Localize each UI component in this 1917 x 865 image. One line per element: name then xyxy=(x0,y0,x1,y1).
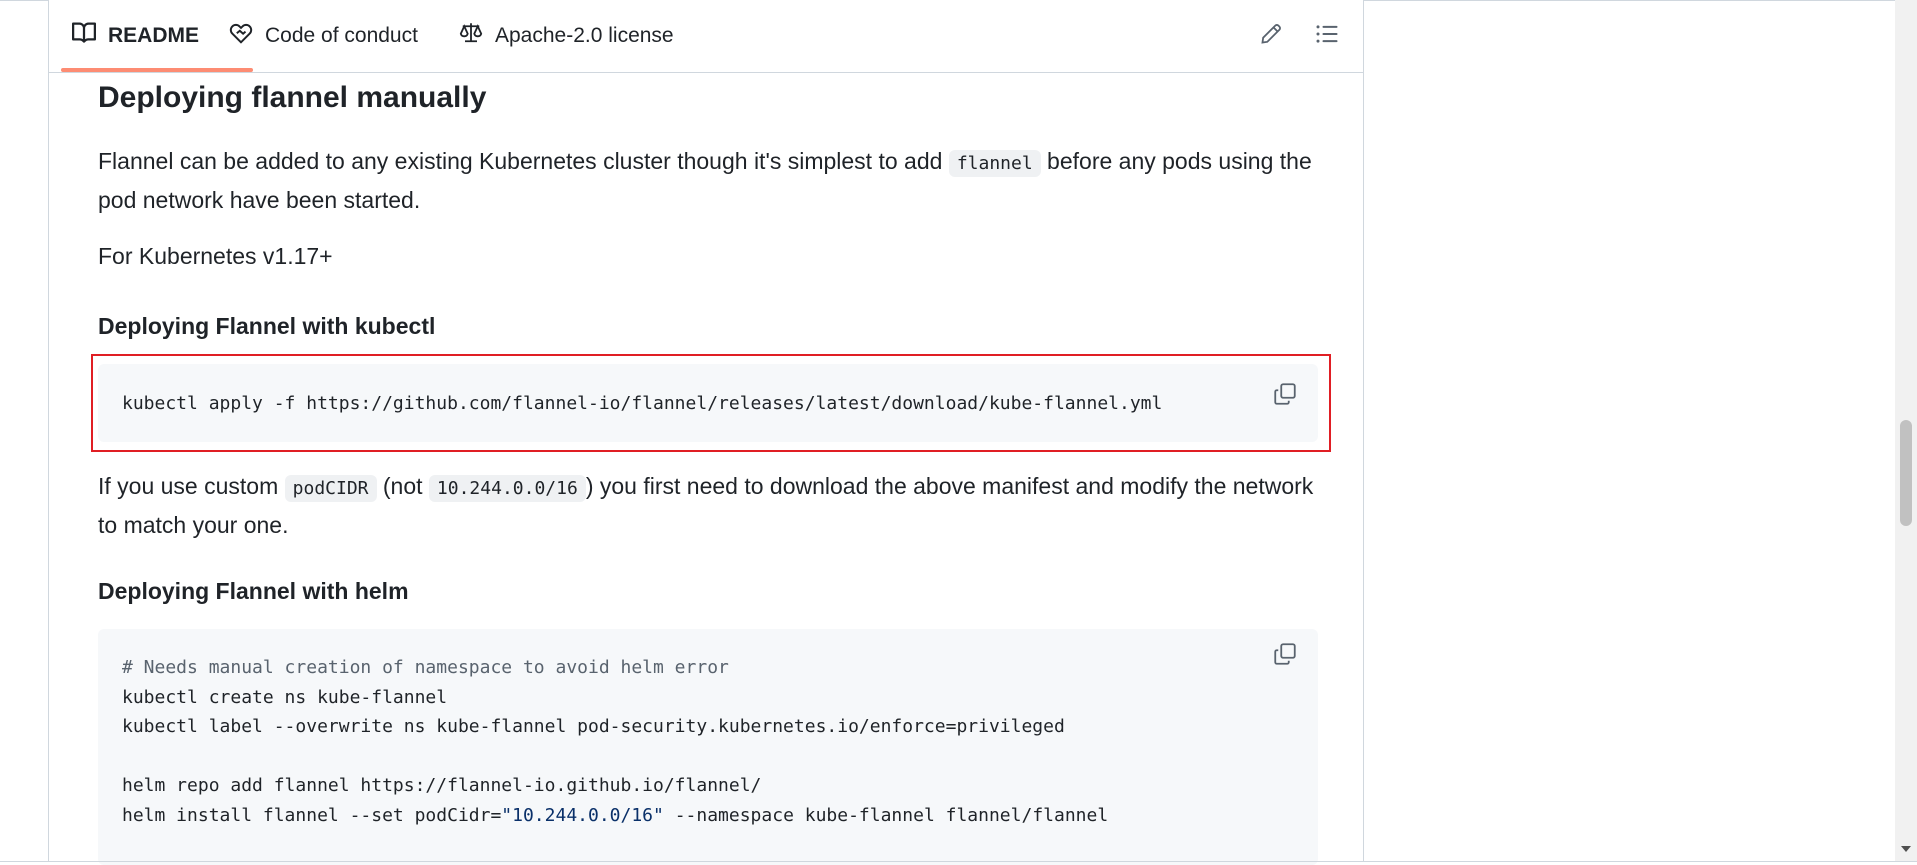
kubectl-heading: Deploying Flannel with kubectl xyxy=(98,313,436,339)
kubectl-code-block: kubectl apply -f https://github.com/flan… xyxy=(98,364,1318,442)
tab-label: README xyxy=(108,24,200,47)
section-heading: Deploying flannel manually xyxy=(98,81,487,114)
code-comment: # Needs manual creation of namespace to … xyxy=(122,657,729,678)
active-tab-indicator xyxy=(61,68,253,72)
tab-label: Code of conduct xyxy=(265,24,418,47)
tab-readme[interactable]: README xyxy=(72,0,199,72)
code-line: --namespace kube-flannel flannel/flannel xyxy=(663,804,1109,826)
intro-paragraph: Flannel can be added to any existing Kub… xyxy=(98,143,1338,219)
tab-code-of-conduct[interactable]: Code of conduct xyxy=(229,0,418,72)
page-scrollbar[interactable] xyxy=(1895,0,1917,862)
helm-code-block: # Needs manual creation of namespace to … xyxy=(98,629,1318,865)
copy-kubectl-button[interactable] xyxy=(1268,379,1302,413)
note-text: If you use custom xyxy=(98,473,285,499)
helm-commands[interactable]: # Needs manual creation of namespace to … xyxy=(98,629,1318,830)
code-line: helm repo add flannel https://flannel-io… xyxy=(122,775,762,796)
readme-panel: README Code of conduct Apache-2.0 licens… xyxy=(48,0,1364,865)
edit-button[interactable] xyxy=(1255,20,1287,52)
book-icon xyxy=(72,21,108,51)
inline-code-cidr-value: 10.244.0.0/16 xyxy=(428,475,586,502)
copy-icon xyxy=(1273,382,1297,411)
code-line: kubectl label --overwrite ns kube-flanne… xyxy=(122,716,1065,737)
readme-tab-bar: README Code of conduct Apache-2.0 licens… xyxy=(49,0,1363,73)
outline-button[interactable] xyxy=(1311,20,1343,52)
note-text: (not xyxy=(376,473,429,499)
kubectl-command[interactable]: kubectl apply -f https://github.com/flan… xyxy=(98,364,1318,419)
version-note: For Kubernetes v1.17+ xyxy=(98,243,333,269)
code-of-conduct-icon xyxy=(229,21,265,51)
tab-license[interactable]: Apache-2.0 license xyxy=(459,0,674,72)
code-string: "10.244.0.0/16" xyxy=(501,804,664,826)
inline-code-flannel: flannel xyxy=(948,150,1041,177)
scroll-down-arrow-icon[interactable] xyxy=(1901,846,1911,852)
scrollbar-thumb[interactable] xyxy=(1900,420,1912,526)
helm-heading: Deploying Flannel with helm xyxy=(98,578,409,604)
code-line: helm install flannel --set podCidr= xyxy=(122,804,502,826)
copy-icon xyxy=(1273,642,1297,671)
intro-text: Flannel can be added to any existing Kub… xyxy=(98,148,949,174)
code-line: kubectl create ns kube-flannel xyxy=(122,686,448,708)
inline-code-podcidr: podCIDR xyxy=(284,475,377,502)
law-icon xyxy=(459,21,495,51)
pencil-icon xyxy=(1260,23,1282,50)
copy-helm-button[interactable] xyxy=(1268,639,1302,673)
tab-label: Apache-2.0 license xyxy=(495,24,674,47)
custom-podcidr-note: If you use custom podCIDR (not 10.244.0.… xyxy=(98,468,1338,544)
list-unordered-icon xyxy=(1315,22,1339,51)
